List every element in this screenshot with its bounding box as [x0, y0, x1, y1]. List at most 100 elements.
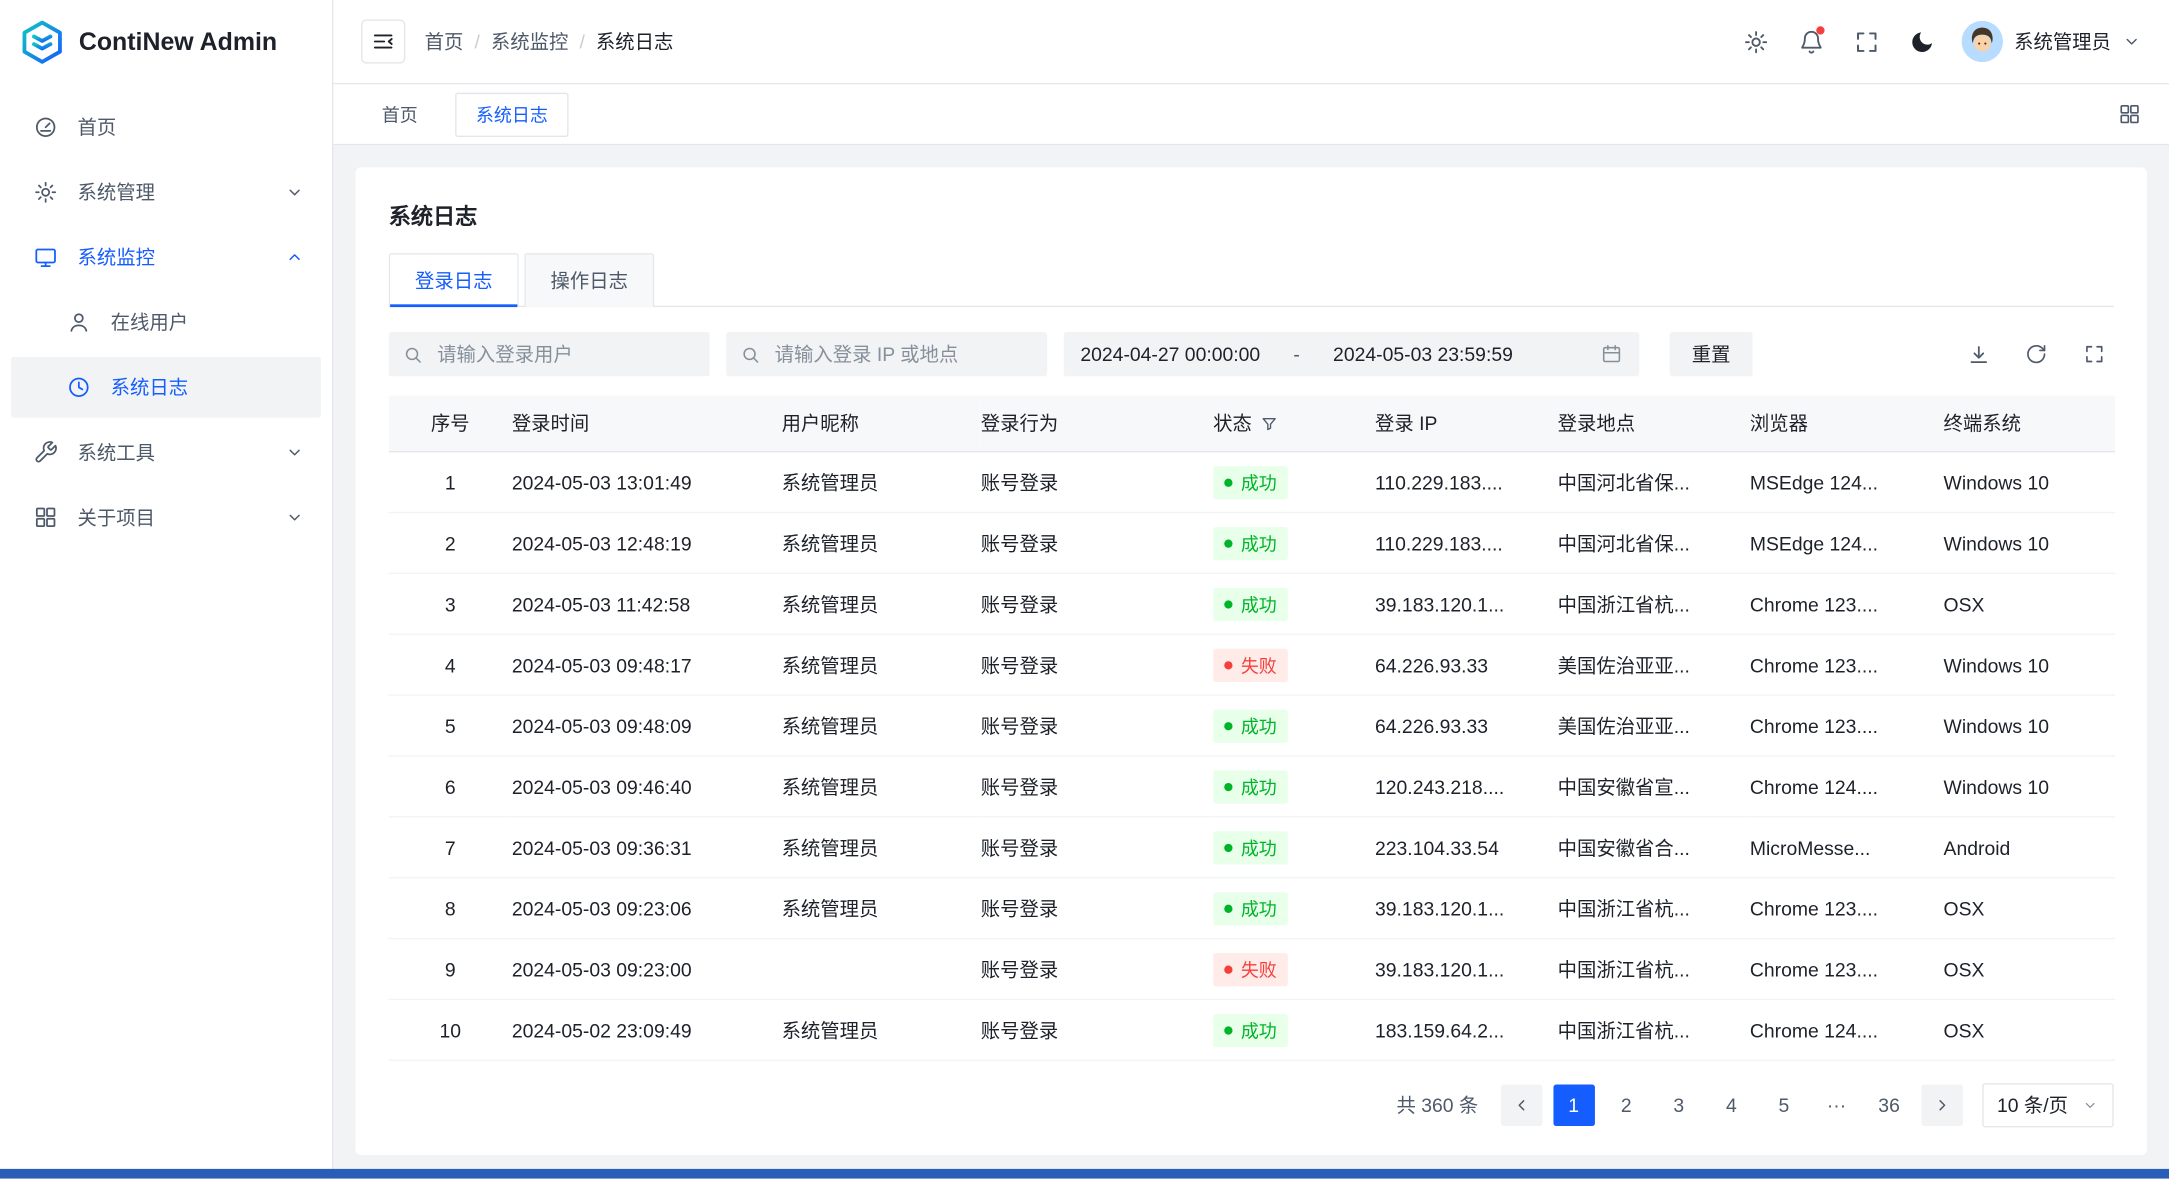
page-size-select[interactable]: 10 条/页 [1982, 1083, 2114, 1127]
user-name: 系统管理员 [2014, 28, 2111, 56]
sidebar-item-system-tools[interactable]: 系统工具 [11, 422, 321, 483]
cell-browser: MSEdge 124... [1750, 452, 1944, 513]
avatar-icon [1962, 21, 2003, 62]
cell-behavior: 账号登录 [981, 513, 1213, 574]
tab-system-logs[interactable]: 系统日志 [455, 92, 568, 136]
col-location: 登录地点 [1558, 396, 1750, 452]
cell-status: 成功 [1213, 695, 1375, 756]
cell-location: 中国河北省保... [1558, 513, 1750, 574]
cell-status: 成功 [1213, 756, 1375, 817]
logo-icon [19, 19, 65, 65]
status-filter-icon[interactable] [1260, 414, 1278, 432]
pagination-ellipsis[interactable]: ··· [1816, 1085, 1857, 1126]
cell-browser: MicroMesse... [1750, 817, 1944, 878]
sidebar-item-online-users[interactable]: 在线用户 [11, 292, 321, 353]
user-menu[interactable]: 系统管理员 [1962, 21, 2142, 62]
date-range-separator: - [1293, 343, 1299, 365]
tab-home[interactable]: 首页 [361, 92, 438, 136]
pagination-page-4[interactable]: 4 [1711, 1085, 1752, 1126]
settings-button[interactable] [1732, 18, 1779, 65]
cell-index: 9 [389, 939, 512, 1000]
notifications-button[interactable] [1787, 18, 1834, 65]
cell-location: 美国佐治亚亚... [1558, 695, 1750, 756]
login-user-input[interactable] [434, 342, 695, 367]
calendar-icon [1600, 343, 1622, 365]
pagination-page-5[interactable]: 5 [1763, 1085, 1804, 1126]
cell-login-time: 2024-05-03 09:48:09 [512, 695, 782, 756]
login-ip-input[interactable] [772, 342, 1033, 367]
cell-ip: 64.226.93.33 [1375, 634, 1558, 695]
pagination-page-3[interactable]: 3 [1658, 1085, 1699, 1126]
pagination-page-1[interactable]: 1 [1553, 1085, 1594, 1126]
cell-nickname: 系统管理员 [782, 878, 981, 939]
cell-behavior: 账号登录 [981, 939, 1213, 1000]
chevron-down-icon [285, 508, 304, 527]
cell-browser: Chrome 123.... [1750, 634, 1944, 695]
tab-layout-grid-icon[interactable] [2118, 102, 2142, 126]
download-button[interactable] [1959, 335, 1998, 374]
cell-browser: Chrome 123.... [1750, 939, 1944, 1000]
sidebar-item-about[interactable]: 关于项目 [11, 487, 321, 548]
breadcrumb-system-monitor[interactable]: 系统监控 [491, 28, 568, 56]
date-start-value: 2024-04-27 00:00:00 [1080, 343, 1260, 365]
topbar-actions: 系统管理员 [1732, 18, 2141, 65]
sidebar-item-label: 关于项目 [77, 504, 265, 532]
refresh-button[interactable] [2017, 335, 2056, 374]
sidebar-item-system-logs[interactable]: 系统日志 [11, 357, 321, 418]
pagination-prev-button[interactable] [1500, 1085, 1541, 1126]
chevron-right-icon [1932, 1096, 1951, 1115]
cell-ip: 39.183.120.1... [1375, 573, 1558, 634]
cell-index: 3 [389, 573, 512, 634]
tab-operation-logs[interactable]: 操作日志 [524, 253, 654, 307]
page-size-value: 10 条/页 [1997, 1091, 2068, 1119]
cell-os: Windows 10 [1944, 756, 2116, 817]
col-ip: 登录 IP [1375, 396, 1558, 452]
breadcrumb-current: 系统日志 [596, 28, 673, 56]
cell-ip: 39.183.120.1... [1375, 939, 1558, 1000]
chevron-down-icon [2122, 32, 2141, 51]
menu-collapse-button[interactable] [361, 19, 405, 63]
breadcrumb-home[interactable]: 首页 [425, 28, 464, 56]
status-badge: 成功 [1213, 709, 1288, 742]
system-logs-card: 系统日志 登录日志 操作日志 [356, 167, 2147, 1155]
sidebar-item-system-monitor[interactable]: 系统监控 [11, 227, 321, 288]
status-badge: 成功 [1213, 831, 1288, 864]
sidebar-item-home[interactable]: 首页 [11, 97, 321, 158]
app-logo[interactable]: ContiNew Admin [0, 0, 332, 83]
sidebar-item-label: 系统监控 [77, 243, 265, 271]
pagination-next-button[interactable] [1921, 1085, 1962, 1126]
status-badge: 失败 [1213, 648, 1288, 681]
cell-nickname: 系统管理员 [782, 452, 981, 513]
cell-nickname: 系统管理员 [782, 817, 981, 878]
reset-button[interactable]: 重置 [1670, 332, 1753, 376]
pagination: 共 360 条 1 2 3 4 5 ··· 36 10 条/页 [389, 1083, 2114, 1127]
moon-icon [1908, 28, 1934, 54]
sidebar-item-system-management[interactable]: 系统管理 [11, 162, 321, 223]
table-row: 2 2024-05-03 12:48:19 系统管理员 账号登录 成功 110.… [389, 513, 2115, 574]
tab-login-logs[interactable]: 登录日志 [389, 253, 519, 307]
col-behavior: 登录行为 [981, 396, 1213, 452]
cell-browser: Chrome 124.... [1750, 756, 1944, 817]
dark-mode-button[interactable] [1898, 18, 1945, 65]
status-badge: 成功 [1213, 770, 1288, 803]
table-fullscreen-button[interactable] [2075, 335, 2114, 374]
sidebar-menu: 首页 系统管理 系统监控 在线用户 系统日志 系统工具 [0, 83, 332, 562]
sidebar-item-label: 系统日志 [111, 373, 305, 401]
pagination-page-2[interactable]: 2 [1606, 1085, 1647, 1126]
cell-behavior: 账号登录 [981, 878, 1213, 939]
tab-label: 登录日志 [415, 267, 492, 295]
cell-behavior: 账号登录 [981, 634, 1213, 695]
sidebar: ContiNew Admin 首页 系统管理 系统监控 在线用户 [0, 0, 333, 1179]
dashboard-icon [33, 115, 58, 140]
cell-index: 7 [389, 817, 512, 878]
fullscreen-button[interactable] [1843, 18, 1890, 65]
wrench-icon [33, 440, 58, 465]
status-badge: 成功 [1213, 526, 1288, 559]
login-user-search[interactable] [389, 332, 710, 376]
date-range-picker[interactable]: 2024-04-27 00:00:00 - 2024-05-03 23:59:5… [1064, 332, 1639, 376]
gear-icon [33, 180, 58, 205]
cell-login-time: 2024-05-03 12:48:19 [512, 513, 782, 574]
pagination-page-36[interactable]: 36 [1868, 1085, 1909, 1126]
login-ip-search[interactable] [726, 332, 1047, 376]
cell-location: 美国佐治亚亚... [1558, 634, 1750, 695]
